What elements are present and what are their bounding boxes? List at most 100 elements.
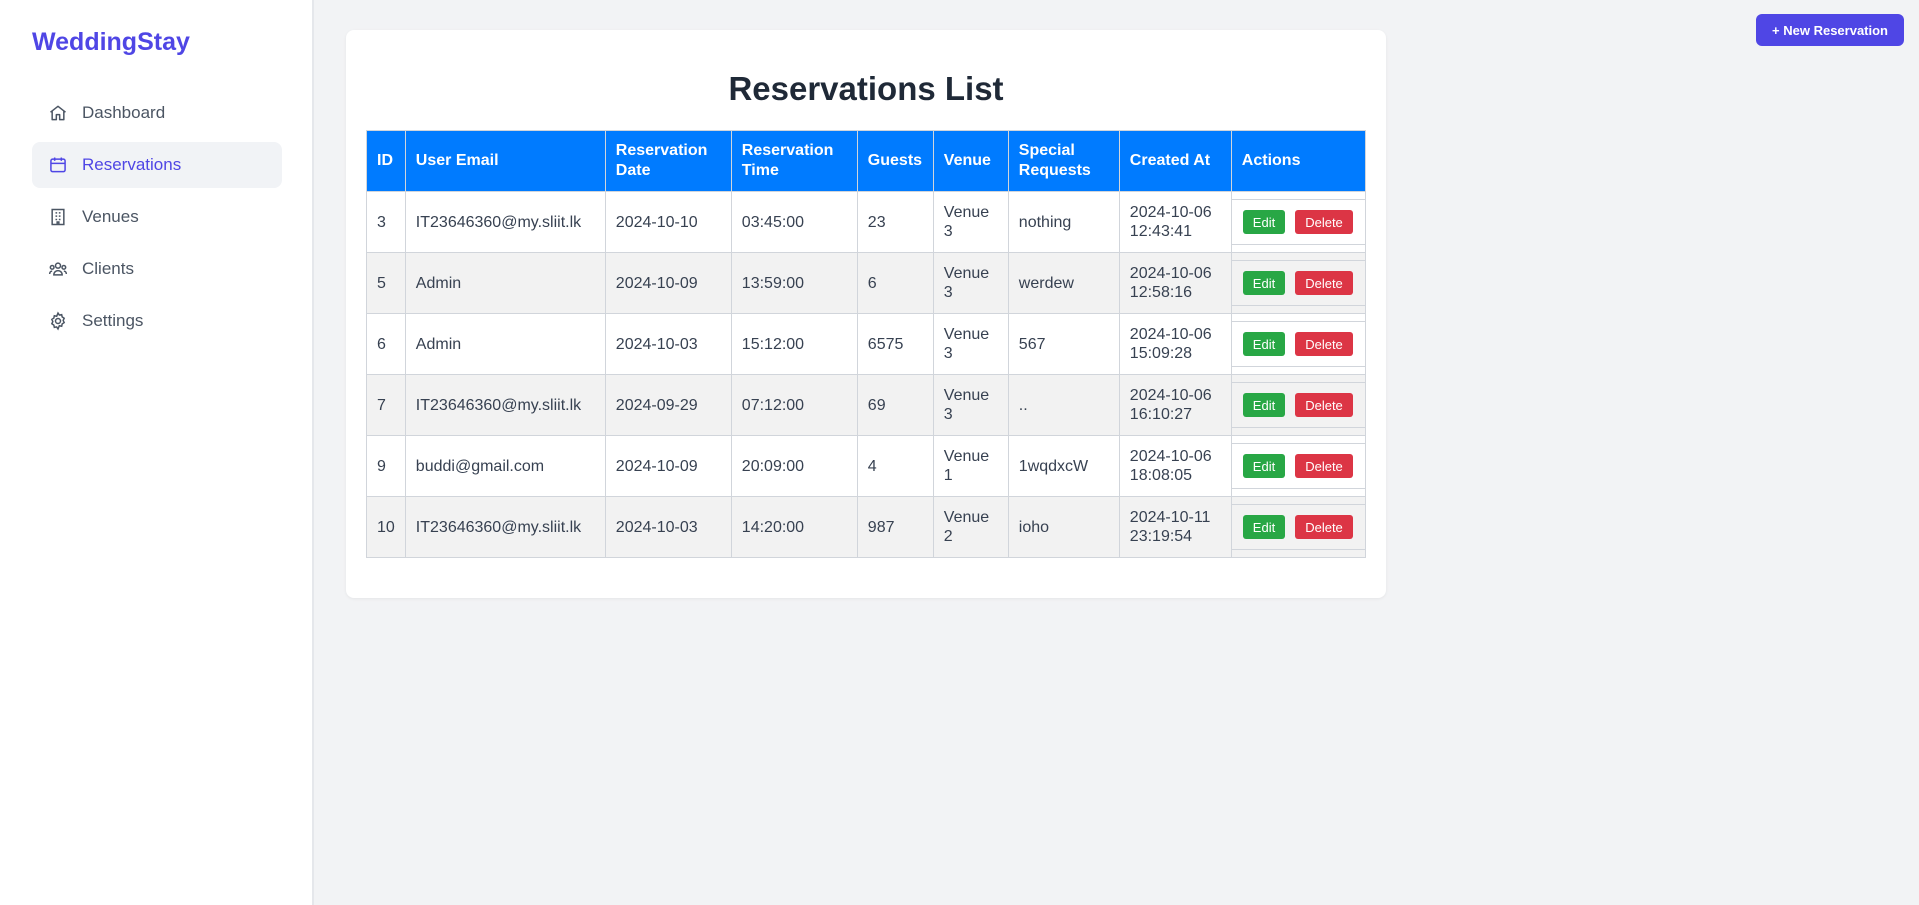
cell-requests: 1wqdxcW: [1007, 435, 1120, 497]
cell-venue: Venue 3: [932, 313, 1009, 375]
sidebar-item-label: Venues: [82, 207, 139, 226]
cell-time: 20:09:00: [730, 435, 858, 497]
cell-actions: Edit Delete: [1230, 252, 1367, 314]
cell-created: 2024-10-06 18:08:05: [1118, 435, 1232, 497]
cell-guests: 4: [856, 435, 934, 497]
column-header: Actions: [1230, 130, 1367, 192]
edit-button[interactable]: Edit: [1242, 271, 1286, 295]
calendar-icon: [48, 155, 68, 175]
cell-venue: Venue 3: [932, 374, 1009, 436]
cell-created: 2024-10-11 23:19:54: [1118, 496, 1232, 558]
cell-requests: ..: [1007, 374, 1120, 436]
cell-time: 14:20:00: [730, 496, 858, 558]
cell-time: 15:12:00: [730, 313, 858, 375]
page-title: Reservations List: [728, 70, 1004, 107]
edit-button[interactable]: Edit: [1242, 210, 1286, 234]
actions-group: Edit Delete: [1231, 382, 1365, 428]
cell-venue: Venue 2: [932, 496, 1009, 558]
sidebar-item-label: Dashboard: [82, 103, 166, 122]
column-header: Reservation Date: [604, 130, 732, 192]
reservations-card: Reservations List ID User Email Reservat…: [346, 30, 1386, 598]
delete-button[interactable]: Delete: [1295, 393, 1353, 417]
cell-email: IT23646360@my.sliit.lk: [404, 191, 606, 253]
cell-email: IT23646360@my.sliit.lk: [404, 374, 606, 436]
users-icon: [48, 259, 68, 279]
table-row: 6 Admin 2024-10-03 15:12:00 6575 Venue 3…: [366, 313, 1367, 375]
sidebar-item-reservations[interactable]: Reservations: [32, 142, 282, 188]
edit-button[interactable]: Edit: [1242, 393, 1286, 417]
cell-requests: nothing: [1007, 191, 1120, 253]
cell-id: 5: [366, 252, 406, 314]
cell-date: 2024-10-03: [604, 313, 732, 375]
actions-group: Edit Delete: [1231, 443, 1365, 489]
column-header: Venue: [932, 130, 1009, 192]
column-header: Guests: [856, 130, 934, 192]
table-row: 9 buddi@gmail.com 2024-10-09 20:09:00 4 …: [366, 435, 1367, 497]
sidebar-item-label: Clients: [82, 259, 134, 278]
cell-id: 10: [366, 496, 406, 558]
cell-venue: Venue 1: [932, 435, 1009, 497]
sidebar-item-clients[interactable]: Clients: [32, 246, 282, 292]
delete-button[interactable]: Delete: [1295, 515, 1353, 539]
table-header-row: ID User Email Reservation Date Reservati…: [366, 130, 1367, 192]
new-reservation-button[interactable]: + New Reservation: [1756, 14, 1904, 46]
cell-date: 2024-09-29: [604, 374, 732, 436]
table-row: 7 IT23646360@my.sliit.lk 2024-09-29 07:1…: [366, 374, 1367, 436]
cell-venue: Venue 3: [932, 191, 1009, 253]
cell-guests: 987: [856, 496, 934, 558]
actions-group: Edit Delete: [1231, 321, 1365, 367]
cell-created: 2024-10-06 12:43:41: [1118, 191, 1232, 253]
gear-icon: [48, 311, 68, 331]
cell-actions: Edit Delete: [1230, 313, 1367, 375]
cell-venue: Venue 3: [932, 252, 1009, 314]
cell-id: 6: [366, 313, 406, 375]
cell-email: Admin: [404, 313, 606, 375]
delete-button[interactable]: Delete: [1295, 271, 1353, 295]
table-row: 10 IT23646360@my.sliit.lk 2024-10-03 14:…: [366, 496, 1367, 558]
column-header: ID: [366, 130, 406, 192]
cell-time: 03:45:00: [730, 191, 858, 253]
sidebar-item-dashboard[interactable]: Dashboard: [32, 90, 282, 136]
cell-created: 2024-10-06 15:09:28: [1118, 313, 1232, 375]
delete-button[interactable]: Delete: [1295, 454, 1353, 478]
edit-button[interactable]: Edit: [1242, 332, 1286, 356]
actions-group: Edit Delete: [1231, 199, 1365, 245]
column-header: Reservation Time: [730, 130, 858, 192]
cell-actions: Edit Delete: [1230, 374, 1367, 436]
column-header: User Email: [404, 130, 606, 192]
cell-actions: Edit Delete: [1230, 191, 1367, 253]
cell-guests: 23: [856, 191, 934, 253]
table-row: 3 IT23646360@my.sliit.lk 2024-10-10 03:4…: [366, 191, 1367, 253]
delete-button[interactable]: Delete: [1295, 332, 1353, 356]
actions-group: Edit Delete: [1231, 260, 1365, 306]
cell-created: 2024-10-06 16:10:27: [1118, 374, 1232, 436]
cell-id: 9: [366, 435, 406, 497]
delete-button[interactable]: Delete: [1295, 210, 1353, 234]
table-row: 5 Admin 2024-10-09 13:59:00 6 Venue 3 we…: [366, 252, 1367, 314]
sidebar-nav: Dashboard Reservations Venues Clients Se…: [32, 90, 282, 350]
cell-requests: ioho: [1007, 496, 1120, 558]
cell-email: buddi@gmail.com: [404, 435, 606, 497]
cell-email: IT23646360@my.sliit.lk: [404, 496, 606, 558]
sidebar-item-venues[interactable]: Venues: [32, 194, 282, 240]
edit-button[interactable]: Edit: [1242, 454, 1286, 478]
cell-requests: 567: [1007, 313, 1120, 375]
cell-actions: Edit Delete: [1230, 435, 1367, 497]
cell-id: 3: [366, 191, 406, 253]
sidebar: WeddingStay Dashboard Reservations Venue…: [0, 0, 314, 905]
building-icon: [48, 207, 68, 227]
column-header: Created At: [1118, 130, 1232, 192]
cell-date: 2024-10-09: [604, 252, 732, 314]
cell-requests: werdew: [1007, 252, 1120, 314]
cell-guests: 6575: [856, 313, 934, 375]
column-header: Special Requests: [1007, 130, 1120, 192]
cell-time: 13:59:00: [730, 252, 858, 314]
edit-button[interactable]: Edit: [1242, 515, 1286, 539]
reservations-table: ID User Email Reservation Date Reservati…: [366, 130, 1367, 558]
cell-created: 2024-10-06 12:58:16: [1118, 252, 1232, 314]
sidebar-item-settings[interactable]: Settings: [32, 298, 282, 344]
cell-guests: 69: [856, 374, 934, 436]
brand-logo[interactable]: WeddingStay: [32, 28, 190, 57]
sidebar-item-label: Settings: [82, 311, 144, 330]
cell-guests: 6: [856, 252, 934, 314]
